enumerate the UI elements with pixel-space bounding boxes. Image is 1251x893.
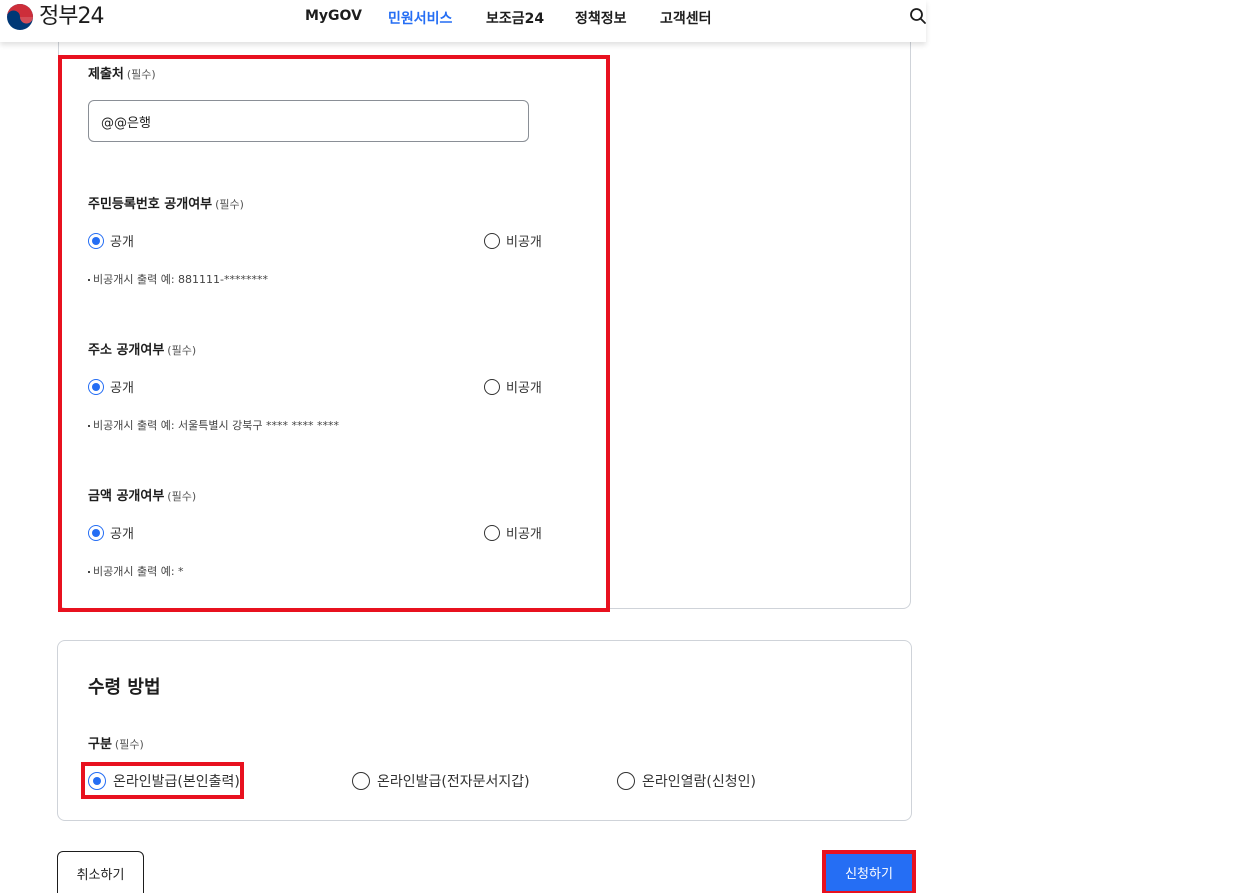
- logo-text: 정부24: [39, 4, 104, 29]
- nav-item-policy[interactable]: 정책정보: [575, 8, 627, 28]
- radio-unchecked-icon: [617, 772, 635, 790]
- search-icon[interactable]: [909, 7, 927, 25]
- cancel-button[interactable]: 취소하기: [57, 851, 144, 893]
- site-logo[interactable]: 정부24: [6, 3, 104, 31]
- page: 정부24 MyGOV 민원서비스 보조금24 정책정보 고객센터 제출처 (필수)…: [0, 0, 1251, 893]
- nav-item-civil-service[interactable]: 민원서비스: [388, 8, 452, 28]
- nav-item-subsidy[interactable]: 보조금24: [486, 8, 544, 28]
- top-header: 정부24 MyGOV 민원서비스 보조금24 정책정보 고객센터: [0, 0, 926, 42]
- category-label: 구분 (필수): [88, 737, 144, 752]
- receive-method-title: 수령 방법: [88, 677, 161, 698]
- receive-option-view-online[interactable]: 온라인열람(신청인): [617, 771, 756, 791]
- highlight-box-submit: [822, 850, 916, 893]
- highlight-box-receive-option: [81, 762, 244, 799]
- nav-item-mygov[interactable]: MyGOV: [305, 8, 362, 24]
- highlight-box-disclosure: [58, 55, 610, 612]
- nav-item-customer-center[interactable]: 고객센터: [660, 8, 712, 28]
- radio-unchecked-icon: [352, 772, 370, 790]
- receive-option-e-wallet[interactable]: 온라인발급(전자문서지갑): [352, 771, 530, 791]
- taegeuk-logo-icon: [7, 4, 33, 30]
